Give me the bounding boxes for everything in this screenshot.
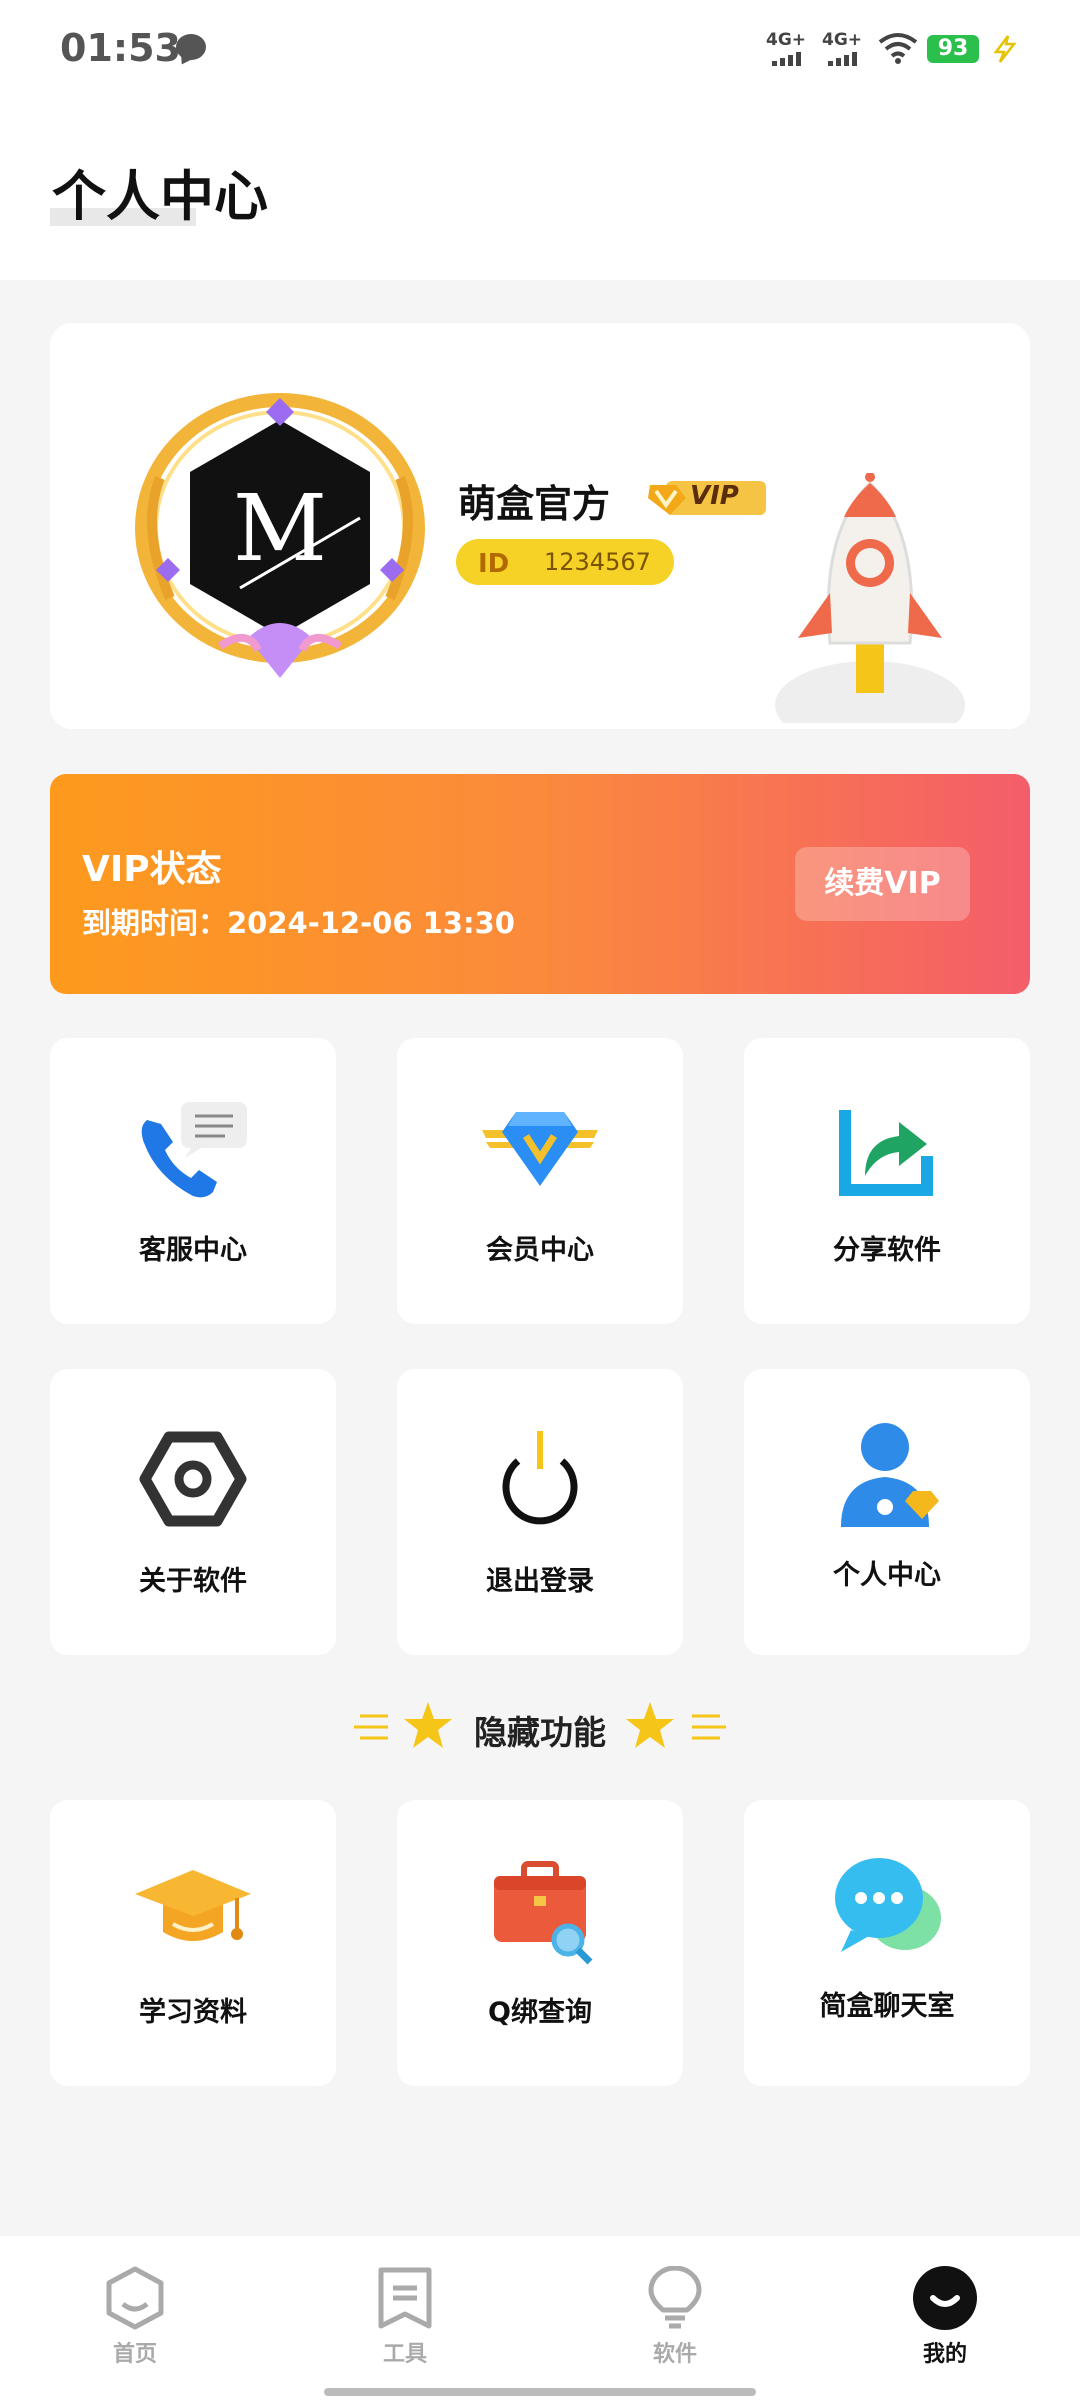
vip-status-banner: VIP状态 到期时间：2024-12-06 13:30 续费VIP <box>50 774 1030 994</box>
hidden-features-heading: 隐藏功能 <box>0 1694 1080 1764</box>
graduation-cap-icon <box>135 1870 251 1941</box>
charging-icon <box>993 35 1017 63</box>
page-title: 个人中心 <box>52 165 268 228</box>
bottom-navigation: 首页 工具 软件 我的 <box>0 2236 1080 2400</box>
signal-bars-1-icon <box>772 52 801 66</box>
user-id-value: 1234567 <box>544 548 651 576</box>
nav-item-software[interactable]: 软件 <box>615 2266 735 2376</box>
grid-tile-chat-room[interactable]: 简盒聊天室 <box>744 1800 1030 2086</box>
grid-tile-study-materials[interactable]: 学习资料 <box>50 1800 336 2086</box>
battery-level: 93 <box>927 35 979 63</box>
briefcase-search-icon <box>494 1861 593 1965</box>
avatar-frame[interactable]: M <box>130 388 430 678</box>
profile-card[interactable]: M 萌盒官方 VIP ID 1234567 <box>50 323 1030 729</box>
renew-vip-button[interactable]: 续费VIP <box>795 847 970 921</box>
smile-profile-icon <box>913 2266 977 2330</box>
tile-label: Q绑查询 <box>488 1997 592 2028</box>
nav-label: 软件 <box>652 2342 697 2367</box>
about-hexagon-icon <box>139 1431 247 1527</box>
grid-tile-share-app[interactable]: 分享软件 <box>744 1038 1030 1324</box>
decor-lines-right-icon <box>692 1714 726 1740</box>
chat-bubbles-icon <box>835 1858 941 1952</box>
status-bar: 01:53 4G+ 4G+ 93 <box>0 0 1080 100</box>
member-diamond-icon <box>482 1112 598 1186</box>
page-header: 个人中心 <box>0 100 1080 280</box>
message-notification-icon <box>176 34 206 60</box>
bookmark-tools-icon <box>378 2267 432 2329</box>
tile-label: 退出登录 <box>486 1566 594 1597</box>
signal-bars-2-icon <box>828 52 857 66</box>
lightbulb-icon <box>648 2266 702 2329</box>
tile-label: 学习资料 <box>139 1997 247 2028</box>
nav-label: 我的 <box>922 2342 967 2367</box>
gesture-home-bar[interactable] <box>324 2388 756 2396</box>
signal-label-1: 4G+ <box>766 30 807 50</box>
grid-tile-logout[interactable]: 退出登录 <box>397 1369 683 1655</box>
tile-label: 分享软件 <box>833 1235 941 1266</box>
share-icon <box>839 1110 933 1196</box>
star-right-icon <box>626 1702 674 1748</box>
tile-label: 个人中心 <box>833 1560 941 1591</box>
vip-badge-label: VIP <box>690 481 739 511</box>
nav-item-home[interactable]: 首页 <box>75 2266 195 2376</box>
nav-item-mine[interactable]: 我的 <box>885 2266 1005 2376</box>
nav-label: 工具 <box>382 2342 427 2367</box>
rocket-illustration-icon <box>775 473 965 723</box>
wifi-icon <box>878 33 918 64</box>
vip-expire-time: 到期时间：2024-12-06 13:30 <box>82 906 515 940</box>
customer-service-icon <box>141 1102 247 1198</box>
signal-label-2: 4G+ <box>822 30 863 50</box>
tile-label: 关于软件 <box>139 1566 247 1597</box>
user-id-pill: ID 1234567 <box>456 539 674 585</box>
power-icon <box>502 1431 578 1525</box>
id-tag: ID <box>478 549 510 579</box>
grid-tile-personal-center[interactable]: 个人中心 <box>744 1369 1030 1655</box>
home-hexagon-icon <box>106 2266 164 2330</box>
user-profile-icon <box>841 1423 939 1527</box>
grid-tile-about-app[interactable]: 关于软件 <box>50 1369 336 1655</box>
grid-tile-customer-service[interactable]: 客服中心 <box>50 1038 336 1324</box>
nav-item-tools[interactable]: 工具 <box>345 2266 465 2376</box>
user-nickname: 萌盒官方 <box>458 482 611 526</box>
grid-tile-member-center[interactable]: 会员中心 <box>397 1038 683 1324</box>
tile-label: 简盒聊天室 <box>819 1991 955 2022</box>
tile-label: 会员中心 <box>486 1235 594 1266</box>
tile-label: 客服中心 <box>139 1235 247 1266</box>
status-time: 01:53 <box>60 26 181 70</box>
nav-label: 首页 <box>112 2342 157 2367</box>
hidden-features-title: 隐藏功能 <box>474 1713 606 1752</box>
vip-status-title: VIP状态 <box>82 849 222 890</box>
grid-tile-q-bind-query[interactable]: Q绑查询 <box>397 1800 683 2086</box>
